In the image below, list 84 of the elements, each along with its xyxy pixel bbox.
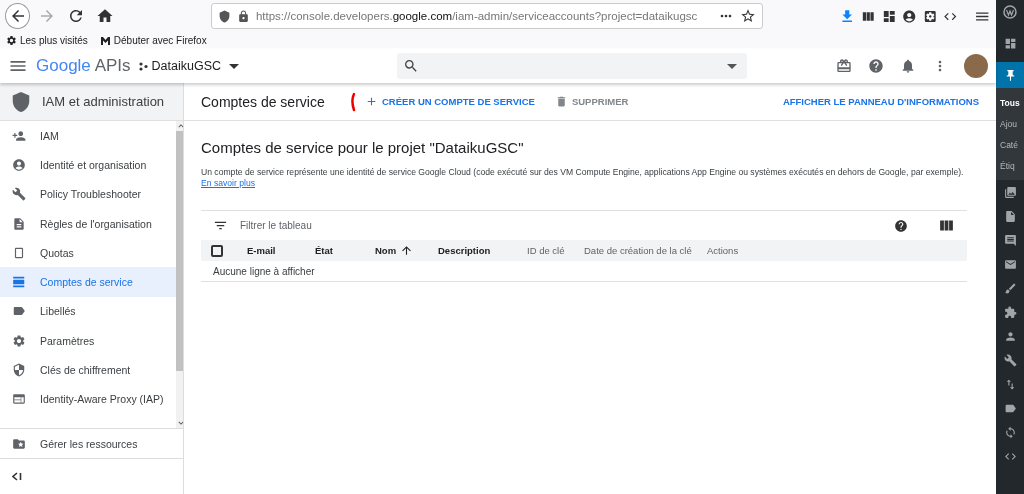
sync-icon[interactable] (1003, 425, 1017, 439)
search-icon (403, 58, 419, 74)
m-logo-icon (99, 35, 111, 45)
mail-icon[interactable] (1003, 257, 1017, 271)
shield-icon (217, 9, 231, 23)
settings-icon (12, 333, 26, 348)
column-header[interactable]: Nom (375, 244, 438, 257)
account-icon[interactable] (902, 8, 917, 24)
back-button[interactable] (6, 4, 30, 28)
wp-menu-item[interactable]: Ajou (996, 113, 1024, 134)
sidebar-item[interactable]: Règles de l'organisation (0, 208, 176, 239)
plus-icon (365, 95, 378, 108)
wp-menu-item[interactable]: Étiq (996, 155, 1024, 176)
sidebar-icon[interactable] (881, 8, 897, 24)
account-icon (12, 157, 26, 172)
document-icon (12, 216, 26, 231)
column-header[interactable]: Date de création de la clé (584, 245, 707, 256)
sidebar-item[interactable]: IAM (0, 121, 176, 151)
bookmark-link[interactable]: Débuter avec Firefox (99, 34, 207, 46)
sidebar-item[interactable]: Paramètres (0, 326, 176, 356)
bookmark-link[interactable]: Les plus visités (6, 34, 88, 46)
create-button[interactable]: CRÉER UN COMPTE DE SERVICE (365, 95, 535, 108)
brush-icon[interactable] (1003, 281, 1017, 295)
sidebar-item[interactable]: Comptes de service (0, 267, 176, 297)
caret-icon (229, 63, 239, 69)
window-icon (12, 392, 26, 407)
address-bar[interactable]: https://console.developers.google.com/iam-admin/serviceaccounts?project=dataikugsc (210, 3, 763, 29)
page-icon[interactable] (1003, 209, 1017, 223)
wrench-icon[interactable] (1003, 353, 1017, 367)
notifications-icon[interactable] (900, 58, 916, 74)
pen-stroke-drawing (349, 91, 357, 112)
shield-icon (12, 363, 26, 377)
wp-menu-item[interactable]: Caté (996, 134, 1024, 155)
star-icon[interactable] (739, 8, 756, 24)
gear-icon (6, 34, 17, 46)
select-all-checkbox[interactable] (211, 244, 223, 257)
column-header[interactable]: Actions (707, 245, 757, 256)
wordpress-logo[interactable] (1003, 5, 1017, 19)
info-panel-link[interactable]: AFFICHER LE PANNEAU D'INFORMATIONS (782, 96, 979, 107)
folder-icon (12, 436, 26, 451)
shield-icon (10, 90, 32, 113)
dots-icon (138, 61, 148, 71)
caret-icon (727, 63, 737, 69)
wp-menu-item[interactable]: Tous (996, 92, 1024, 113)
column-header[interactable]: E-mail (247, 245, 315, 256)
sidebar-item[interactable]: Policy Troubleshooter (0, 179, 176, 209)
column-header[interactable]: ID de clé (527, 245, 584, 256)
home-icon (96, 7, 115, 25)
learn-more-link[interactable]: En savoir plus (201, 178, 255, 188)
plugin-icon[interactable] (1003, 305, 1017, 319)
frame-icon (12, 245, 26, 260)
sidebar-item[interactable]: Quotas (0, 238, 176, 268)
sidebar-title: IAM et administration (42, 94, 165, 109)
comment-icon[interactable] (1003, 233, 1017, 247)
google-apis-logo: Google APIs (36, 56, 131, 76)
avatar[interactable] (964, 54, 988, 78)
page-title: Comptes de service (201, 93, 326, 110)
sidebar-item[interactable]: Gérer les ressources (0, 428, 183, 458)
user-icon[interactable] (1003, 329, 1017, 343)
section-heading: Comptes de service pour le projet "DataikuGSC" (201, 139, 525, 156)
sidebar-item[interactable]: Libellés (0, 296, 176, 327)
column-header[interactable]: Description (438, 245, 527, 256)
scrollbar[interactable] (175, 121, 183, 428)
sort-arrow-icon (400, 244, 414, 257)
help-icon[interactable] (894, 218, 908, 233)
description-text: Un compte de service représente une identité de service Google Cloud (code exécuté sur des VM Compute Engine, applications App Engine ou systèmes exécutés en dehors de Google, par exemple). (201, 166, 965, 178)
project-selector[interactable]: DataikuGSC (138, 59, 239, 73)
person-add-icon (12, 128, 26, 143)
service-account-icon (12, 275, 26, 290)
sidebar-item[interactable]: Identité et organisation (0, 150, 176, 180)
column-header[interactable]: État (315, 245, 375, 256)
sidebar-item[interactable]: Clés de chiffrement (0, 355, 176, 385)
gift-icon[interactable] (836, 58, 852, 74)
search-field[interactable] (397, 53, 747, 79)
media-icon[interactable] (1003, 185, 1017, 199)
wrench-icon (12, 187, 26, 202)
empty-message: Aucune ligne à afficher (201, 261, 967, 282)
dashboard-icon[interactable] (1003, 36, 1017, 50)
url-text: https://console.developers.google.com/iam-admin/serviceaccounts?project=dataikugsc (255, 10, 699, 22)
pin-menu-button[interactable] (996, 62, 1024, 88)
sidebar-item[interactable]: Identity-Aware Proxy (IAP) (0, 384, 176, 414)
help-icon[interactable] (868, 58, 884, 74)
collapse-icon (12, 472, 22, 481)
lock-icon (236, 9, 250, 23)
